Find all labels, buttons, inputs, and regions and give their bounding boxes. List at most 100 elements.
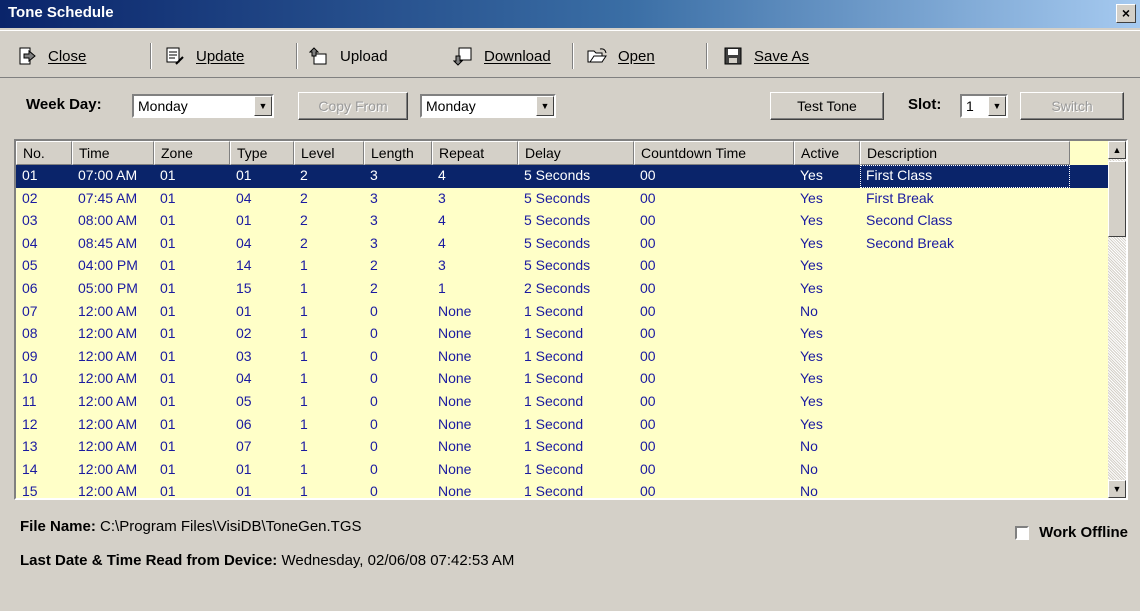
scroll-down-button[interactable]: ▼ [1108,480,1126,498]
week-day-value: Monday [138,98,188,114]
week-day-select[interactable]: Monday ▼ [132,94,274,118]
table-cell: Yes [794,165,860,188]
table-cell [860,346,1070,369]
table-cell: 12:00 AM [78,392,138,409]
table-row[interactable]: 03 08:00 AM 01 01 2 3 4 5 Seconds 00 Yes Second Cl… [16,210,1110,233]
copy-from-button[interactable]: Copy From [298,92,408,120]
column-header[interactable]: Level [294,141,364,165]
table-cell: 07 [22,302,38,319]
table-cell: 0 [370,483,378,498]
table-cell: 01 [230,165,294,188]
table-cell: 05 [236,392,252,409]
table-cell: Yes [800,234,823,251]
table-row[interactable]: 15 12:00 AM 01 01 1 0 None 1 Second 00 No [16,481,1110,498]
table-cell: 12:00 AM [78,438,138,455]
column-header[interactable]: Delay [518,141,634,165]
table-cell: 1 [300,415,308,432]
column-header[interactable]: Zone [154,141,230,165]
upload-button[interactable]: Upload [308,43,388,69]
column-header[interactable]: Time [72,141,154,165]
table-cell: 5 Seconds [518,165,634,188]
file-name-label: File Name: [20,518,96,535]
table-cell: 4 [432,165,518,188]
table-cell: Second Class [866,212,953,229]
column-header[interactable]: No. [16,141,72,165]
table-cell: 5 Seconds [524,234,591,251]
test-tone-button[interactable]: Test Tone [770,92,884,120]
open-button[interactable]: Open [586,43,655,69]
table-cell: 1 [438,279,446,296]
table-cell: 00 [640,212,656,229]
table-cell: 03 [22,212,38,229]
table-row[interactable]: 08 12:00 AM 01 02 1 0 None 1 Second 00 Yes [16,323,1110,346]
slot-select[interactable]: 1 ▼ [960,94,1008,118]
column-header[interactable]: Repeat [432,141,518,165]
checkbox-box[interactable] [1015,525,1030,540]
table-row[interactable]: 02 07:45 AM 01 04 2 3 3 5 Seconds 00 Yes First Bre… [16,188,1110,211]
table-row[interactable]: 12 12:00 AM 01 06 1 0 None 1 Second 00 Yes [16,414,1110,437]
chevron-down-icon[interactable]: ▼ [988,96,1006,116]
table-cell: 00 [640,302,656,319]
table-cell: 3 [370,234,378,251]
vertical-scrollbar[interactable]: ▲ ▼ [1108,141,1126,498]
table-cell: 00 [640,483,656,498]
close-label: Close [48,47,87,65]
table-cell: 5 Seconds [524,189,591,206]
table-cell: No [800,302,818,319]
table-cell: Yes [800,347,823,364]
update-button[interactable]: Update [164,43,244,69]
table-cell: 08:45 AM [78,234,138,251]
table-cell: None [438,415,472,432]
work-offline-label: Work Offline [1039,524,1128,541]
column-header[interactable]: Countdown Time [634,141,794,165]
table-row[interactable]: 01 07:00 AM 01 01 2 3 4 5 Seconds 00 Yes First Cla… [16,165,1110,188]
download-label: Download [484,47,551,65]
table-cell: 03 [236,347,252,364]
chevron-down-icon[interactable]: ▼ [254,96,272,116]
table-cell: 00 [634,165,794,188]
download-button[interactable]: Download [452,43,551,69]
table-cell: 04 [236,189,252,206]
column-header[interactable]: Active [794,141,860,165]
table-row[interactable]: 13 12:00 AM 01 07 1 0 None 1 Second 00 No [16,436,1110,459]
table-row[interactable]: 09 12:00 AM 01 03 1 0 None 1 Second 00 Yes [16,346,1110,369]
table-row[interactable]: 06 05:00 PM 01 15 1 2 1 2 Seconds 00 Yes [16,278,1110,301]
table-row[interactable]: 07 12:00 AM 01 01 1 0 None 1 Second 00 No [16,301,1110,324]
copy-from-select[interactable]: Monday ▼ [420,94,556,118]
scroll-up-button[interactable]: ▲ [1108,141,1126,159]
table-cell: Yes [800,279,823,296]
window-title: Tone Schedule [8,4,114,21]
work-offline-checkbox[interactable]: Work Offline [1015,524,1128,541]
table-cell: 0 [370,347,378,364]
week-day-label: Week Day: [26,96,102,113]
scroll-thumb[interactable] [1108,161,1126,237]
table-row[interactable]: 05 04:00 PM 01 14 1 2 3 5 Seconds 00 Yes [16,255,1110,278]
table-cell: 1 [300,392,308,409]
table-cell: 3 [364,165,432,188]
last-read-line: Last Date & Time Read from Device: Wedne… [20,552,514,569]
toolbar-separator [296,43,298,69]
table-cell: Yes [800,392,823,409]
window-close-button[interactable]: × [1116,4,1136,23]
table-row[interactable]: 14 12:00 AM 01 01 1 0 None 1 Second 00 No [16,459,1110,482]
table-cell: 14 [22,460,38,477]
chevron-down-icon[interactable]: ▼ [536,96,554,116]
table-cell: 2 [300,212,308,229]
table-cell: 0 [370,438,378,455]
table-cell: 10 [22,370,38,387]
table-row[interactable]: 04 08:45 AM 01 04 2 3 4 5 Seconds 00 Yes Second Br… [16,233,1110,256]
table-cell: 01 [160,415,176,432]
table-cell: 07:00 AM [72,165,154,188]
close-button[interactable]: Close [16,43,86,69]
table-cell: 2 [300,234,308,251]
table-cell [860,255,1070,278]
table-row[interactable]: 10 12:00 AM 01 04 1 0 None 1 Second 00 Yes [16,368,1110,391]
table-cell: 2 [370,257,378,274]
save-as-button[interactable]: Save As [722,43,809,69]
switch-button[interactable]: Switch [1020,92,1124,120]
column-header[interactable]: Length [364,141,432,165]
table-cell: None [438,370,472,387]
table-row[interactable]: 11 12:00 AM 01 05 1 0 None 1 Second 00 Yes [16,391,1110,414]
column-header[interactable]: Description [860,141,1070,165]
column-header[interactable]: Type [230,141,294,165]
